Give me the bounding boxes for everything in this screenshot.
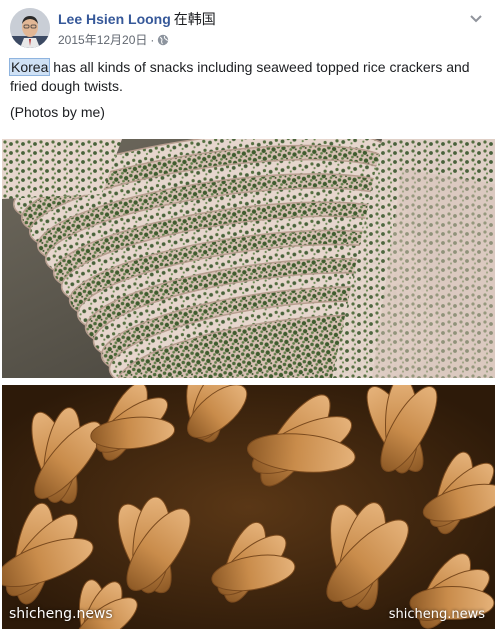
highlighted-word[interactable]: Korea [8,58,51,76]
photo-rice-crackers[interactable] [2,139,495,378]
facebook-post: Lee Hsien Loong 在韩国 2015年12月20日 · Korea h… [0,0,497,629]
post-text: Korea has all kinds of snacks including … [8,58,488,129]
post-date-link[interactable]: 2015年12月20日 [58,31,147,48]
post-header: Lee Hsien Loong 在韩国 [58,9,216,29]
avatar[interactable] [10,8,50,48]
author-name-link[interactable]: Lee Hsien Loong [58,11,171,27]
dough-twists-image [2,385,495,629]
post-meta: 2015年12月20日 · [58,31,169,48]
avatar-image [10,8,50,48]
watermark-left: shicheng.news [9,606,113,622]
meta-separator: · [150,32,155,47]
post-text-credit: (Photos by me) [10,104,105,120]
photo-dough-twists[interactable] [2,385,495,629]
location-label[interactable]: 在韩国 [174,11,216,27]
post-text-main: Korea has all kinds of snacks including … [8,58,488,96]
chevron-down-icon[interactable] [469,10,483,23]
rice-crackers-image [2,139,495,378]
post-text-body: has all kinds of snacks including seawee… [10,59,470,94]
watermark-right: shicheng.news [388,607,485,622]
globe-icon[interactable] [157,34,169,46]
